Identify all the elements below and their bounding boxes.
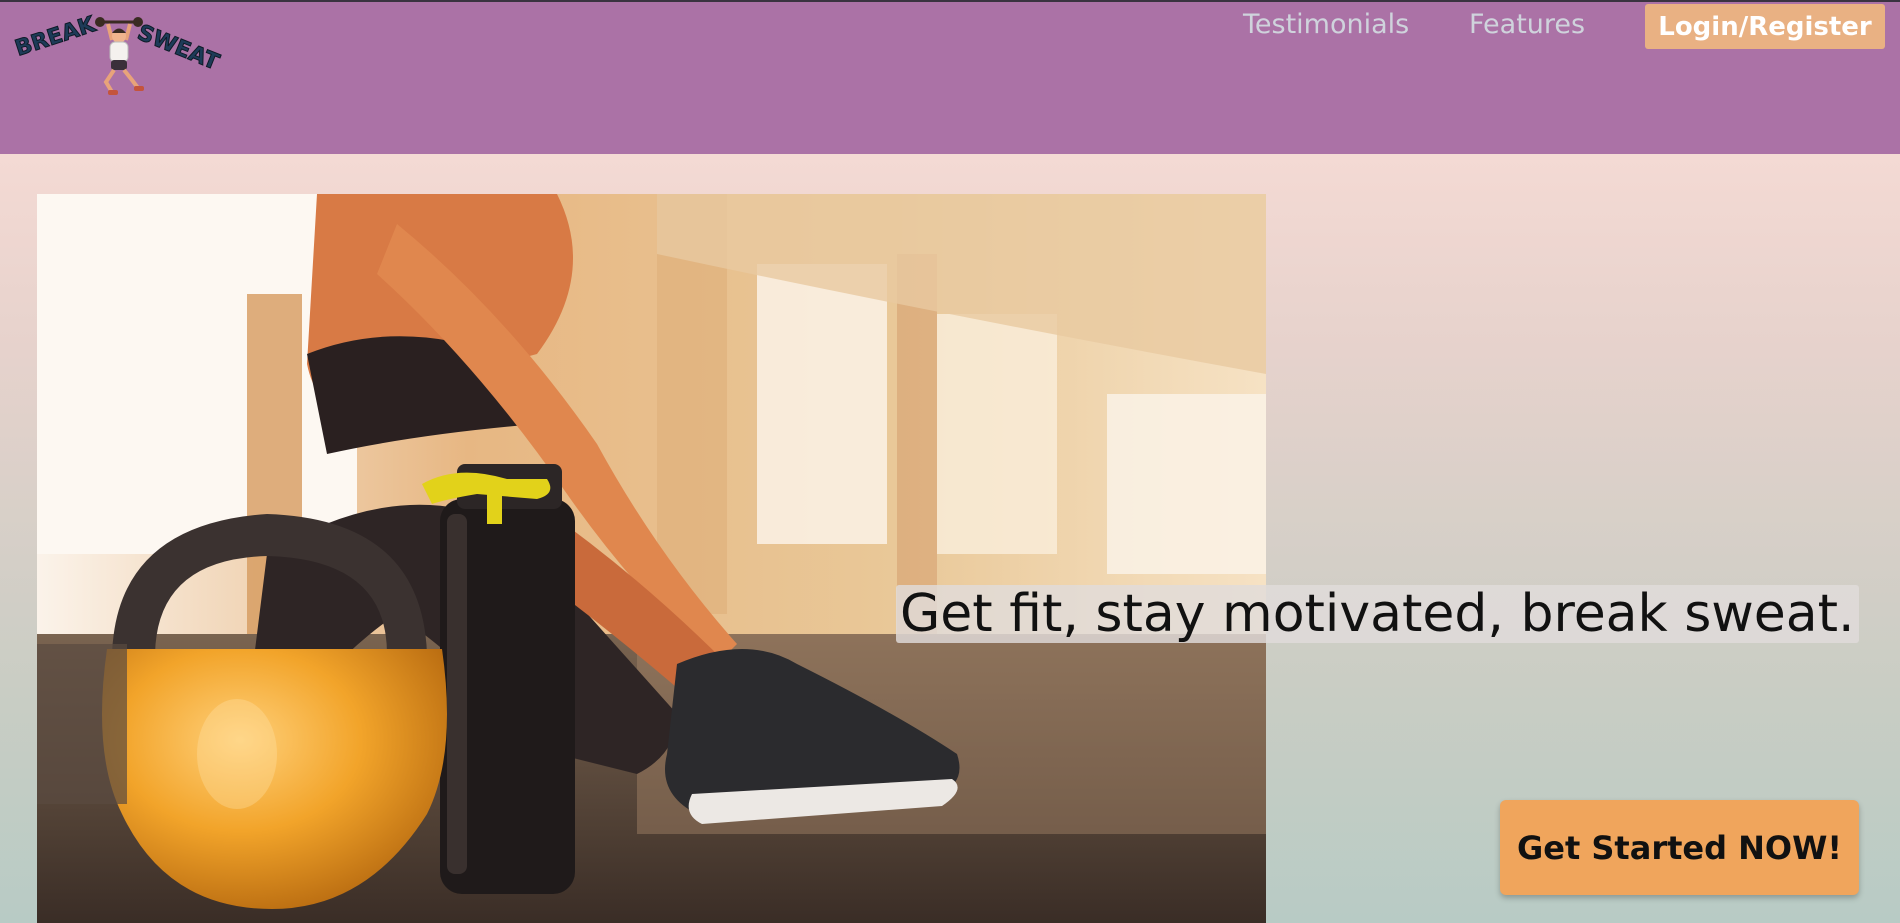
weightlifter-logo-icon: BREAK SWEAT xyxy=(12,12,223,95)
get-started-button[interactable]: Get Started NOW! xyxy=(1500,800,1859,895)
login-register-button[interactable]: Login/Register xyxy=(1645,4,1885,49)
nav-link-testimonials[interactable]: Testimonials xyxy=(1243,8,1409,42)
nav-link-features[interactable]: Features xyxy=(1469,8,1585,42)
navbar: BREAK SWEAT Testimonials Features Login/… xyxy=(0,2,1900,154)
svg-text:BREAK: BREAK xyxy=(14,12,100,62)
gym-photo-illustration xyxy=(37,194,1266,923)
svg-text:SWEAT: SWEAT xyxy=(134,20,223,75)
logo[interactable]: BREAK SWEAT xyxy=(12,12,224,100)
hero-tagline: Get fit, stay motivated, break sweat. xyxy=(896,585,1859,643)
hero-image xyxy=(37,194,1266,923)
